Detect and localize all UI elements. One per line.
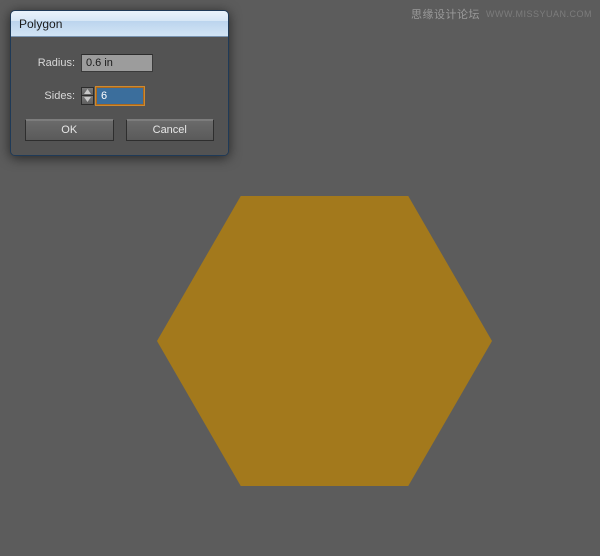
sides-label: Sides: [25, 90, 81, 102]
dialog-body: Radius: Sides: OK Cancel [11, 37, 228, 155]
sides-row: Sides: [25, 86, 214, 105]
radius-row: Radius: [25, 53, 214, 72]
ok-button[interactable]: OK [25, 119, 114, 141]
radius-label: Radius: [25, 57, 81, 69]
hexagon-icon [157, 196, 492, 486]
chevron-down-icon [84, 97, 91, 102]
dialog-titlebar[interactable]: Polygon [11, 11, 228, 37]
cancel-button[interactable]: Cancel [126, 119, 215, 141]
sides-stepper [81, 87, 94, 105]
sides-input[interactable] [96, 87, 144, 105]
radius-input[interactable] [81, 54, 153, 72]
dialog-button-row: OK Cancel [25, 119, 214, 141]
watermark: 思缘设计论坛 WWW.MISSYUAN.COM [411, 6, 592, 22]
sides-step-down[interactable] [81, 95, 94, 105]
watermark-en: WWW.MISSYUAN.COM [486, 9, 592, 19]
polygon-shape[interactable] [157, 196, 492, 486]
chevron-up-icon [84, 89, 91, 94]
dialog-title: Polygon [19, 17, 62, 31]
watermark-cn: 思缘设计论坛 [411, 6, 480, 22]
polygon-dialog: Polygon Radius: Sides: OK [10, 10, 229, 156]
sides-step-up[interactable] [81, 87, 94, 96]
